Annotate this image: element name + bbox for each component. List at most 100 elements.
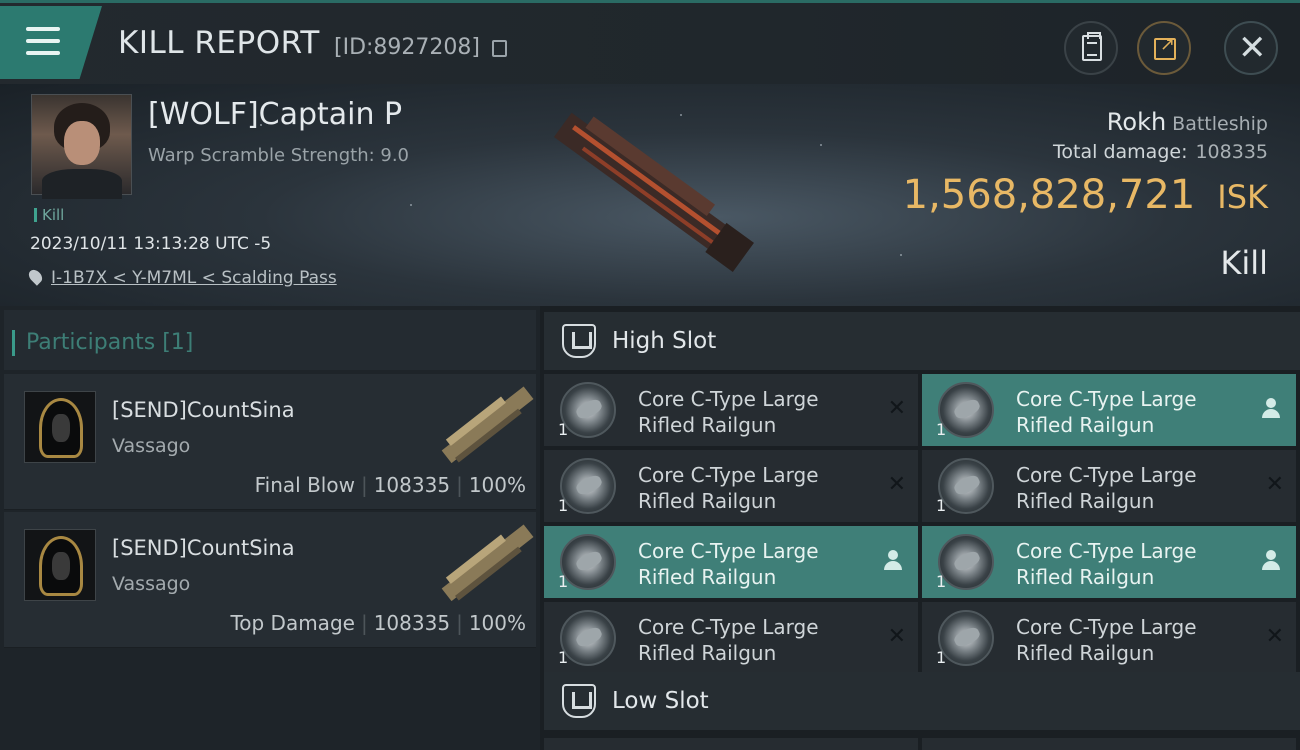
close-icon: ✕ [1238,28,1267,68]
menu-icon-line [26,39,60,43]
location-link[interactable]: I-1B7X < Y-M7ML < Scalding Pass [51,268,337,288]
low-slot-module-partial[interactable] [922,738,1296,750]
module-name: Core C-Type Large Rifled Railgun [1016,614,1236,666]
separator: | [456,473,463,497]
participant-damage: 108335 [373,611,451,635]
clipboard-button[interactable] [1064,21,1118,75]
separator: | [360,473,368,497]
railgun-module-icon [938,382,994,438]
participant-role: Top Damage [230,611,355,635]
railgun-module-icon [560,610,616,666]
background-star [820,144,822,146]
share-icon [1154,34,1176,60]
module-tile[interactable]: 1 Core C-Type Large Rifled Railgun ✕ [922,450,1296,522]
participant-name[interactable]: [SEND]CountSina [112,536,295,560]
module-name-line1: Core C-Type Large [638,387,819,411]
victim-name[interactable]: [WOLF]Captain P [148,97,402,132]
menu-button[interactable] [0,6,102,79]
background-star [900,254,902,256]
warp-scramble-strength: Warp Scramble Strength: 9.0 [148,145,410,166]
page-title: KILL REPORT [118,25,320,61]
background-star [410,204,412,206]
low-slot-header: Low Slot [544,672,1300,730]
isk-value: 1,568,828,721 ISK [903,172,1268,218]
participant-percent: 100% [468,611,526,635]
fitting-panel: High Slot 1 Core C-Type Large Rifled Railg… [540,306,1300,750]
participant-stats: Final Blow | 108335 | 100% [255,473,526,497]
high-slot-header: High Slot [544,312,1300,370]
railgun-module-icon [938,458,994,514]
total-damage-label: Total damage: [1053,141,1188,163]
participant-name[interactable]: [SEND]CountSina [112,398,295,422]
module-tile[interactable]: 1 Core C-Type Large Rifled Railgun [922,374,1296,446]
railgun-module-icon [560,534,616,590]
module-name: Core C-Type Large Rifled Railgun [1016,538,1236,590]
module-name-line1: Core C-Type Large [1016,463,1197,487]
module-name: Core C-Type Large Rifled Railgun [1016,462,1236,514]
victim-banner: [WOLF]Captain P Warp Scramble Strength: … [0,84,1300,306]
participant-ship-image[interactable] [432,518,540,610]
low-slot-module-partial[interactable] [544,738,918,750]
person-icon [1262,550,1280,572]
participant-damage: 108335 [373,473,451,497]
isk-amount: 1,568,828,721 [902,172,1196,218]
separator: | [360,611,368,635]
module-name: Core C-Type Large Rifled Railgun [1016,386,1236,438]
participant-avatar[interactable] [24,391,96,463]
kill-timestamp: 2023/10/11 13:13:28 UTC -5 [30,234,272,254]
module-quantity: 1 [558,420,569,439]
module-name-line2: Rifled Railgun [638,641,777,665]
avatar-mask [52,552,70,580]
participant-stats: Top Damage | 108335 | 100% [230,611,526,635]
participant-ship: Vassago [112,573,191,595]
copy-icon[interactable] [492,40,507,57]
module-tile[interactable]: 1 Core C-Type Large Rifled Railgun [922,526,1296,598]
person-icon [1262,398,1280,420]
module-tile[interactable]: 1 Core C-Type Large Rifled Railgun ✕ [544,450,918,522]
participant-avatar[interactable] [24,529,96,601]
participants-title: Participants [1] [11,330,194,356]
module-quantity: 1 [936,572,947,591]
close-button[interactable]: ✕ [1224,21,1278,75]
close-icon: ✕ [887,396,906,421]
portrait-face [64,121,100,165]
module-name-line2: Rifled Railgun [1016,413,1155,437]
ship-hull [441,524,534,602]
victim-portrait[interactable] [31,94,132,199]
total-damage-value: 108335 [1195,141,1268,163]
participant-row[interactable]: [SEND]CountSina Vassago Top Damage | 10833… [4,512,536,648]
separator: | [456,611,463,635]
total-damage: Total damage: 108335 [1053,141,1268,163]
module-name-line1: Core C-Type Large [1016,539,1197,563]
high-slot-icon [562,324,596,358]
ship-name[interactable]: Rokh [1107,108,1166,136]
low-slot-icon [562,684,596,718]
high-slot-label: High Slot [612,328,717,354]
victim-ship-image[interactable] [530,102,770,282]
module-tile[interactable]: 1 Core C-Type Large Rifled Railgun [544,526,918,598]
location-pin-icon [26,267,45,286]
module-quantity: 1 [936,420,947,439]
kill-result: Kill [1220,244,1268,282]
kill-location[interactable]: I-1B7X < Y-M7ML < Scalding Pass [26,267,337,288]
module-tile[interactable]: 1 Core C-Type Large Rifled Railgun ✕ [922,602,1296,674]
menu-icon [26,27,60,31]
ship-hull [441,386,534,464]
participant-ship-image[interactable] [432,380,540,472]
participant-ship: Vassago [112,435,191,457]
share-button[interactable] [1137,21,1191,75]
module-name: Core C-Type Large Rifled Railgun [638,614,858,666]
participants-panel: Participants [1] [SEND]CountSina Vassago… [0,306,540,750]
participant-percent: 100% [468,473,526,497]
module-name-line2: Rifled Railgun [1016,565,1155,589]
portrait-body [42,169,122,199]
railgun-module-icon [560,382,616,438]
participant-row[interactable]: [SEND]CountSina Vassago Final Blow | 10833… [4,374,536,510]
close-icon: ✕ [887,472,906,497]
module-tile[interactable]: 1 Core C-Type Large Rifled Railgun ✕ [544,602,918,674]
module-name-line1: Core C-Type Large [638,615,819,639]
module-name-line1: Core C-Type Large [638,463,819,487]
module-quantity: 1 [936,648,947,667]
module-tile[interactable]: 1 Core C-Type Large Rifled Railgun ✕ [544,374,918,446]
railgun-module-icon [560,458,616,514]
